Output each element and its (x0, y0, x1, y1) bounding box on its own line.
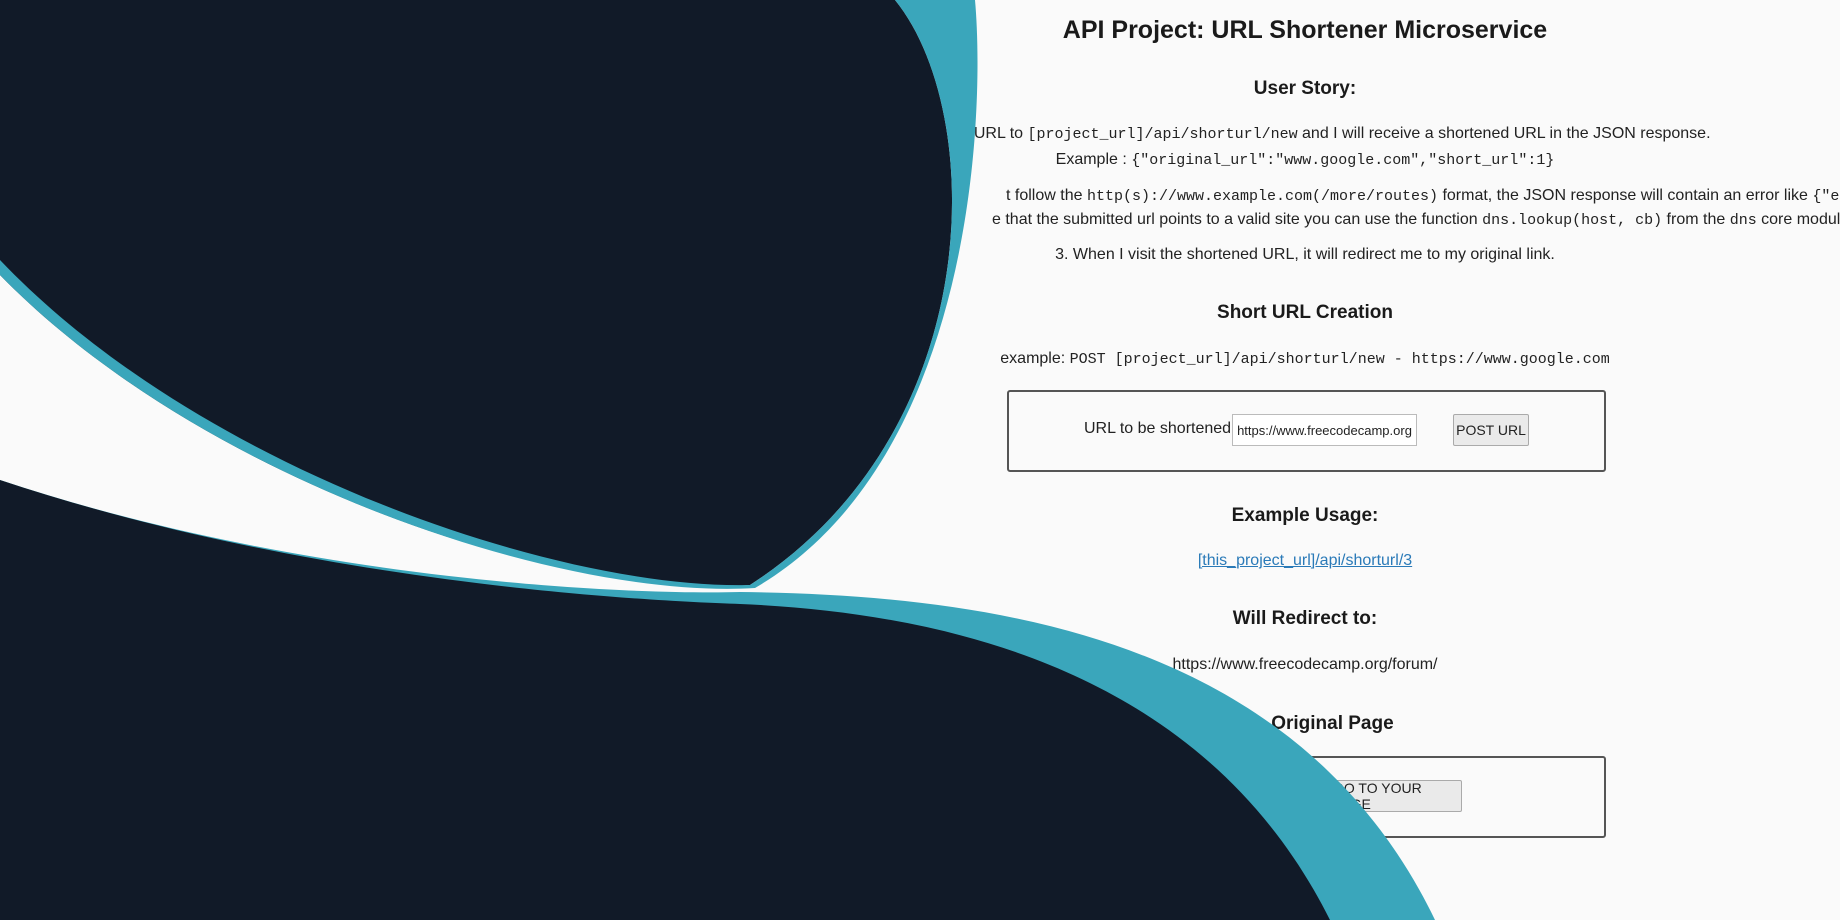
screenshot: API Project: URL Shortener Microservice … (0, 0, 1840, 920)
navy-top-shape (0, 0, 953, 587)
decorative-waves (0, 0, 1435, 920)
